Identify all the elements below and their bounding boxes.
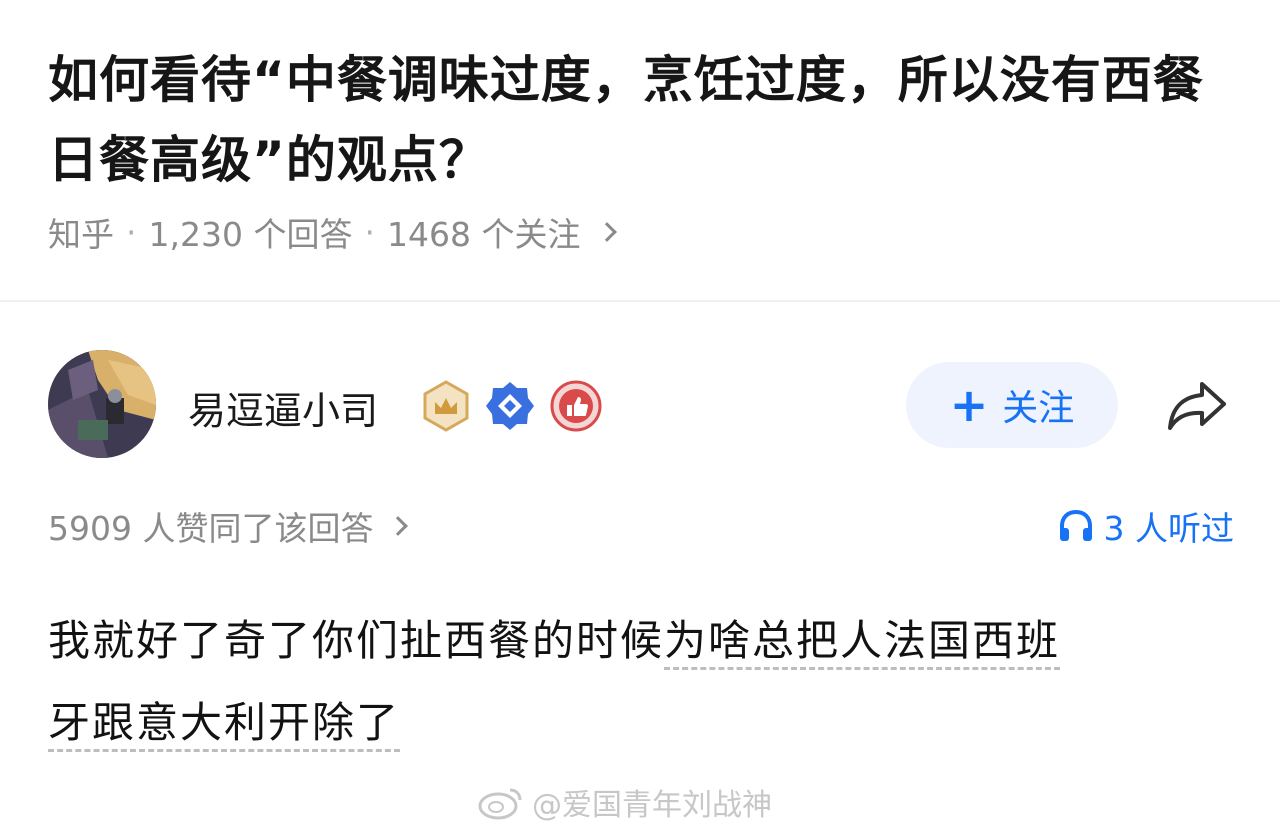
question-title[interactable]: 如何看待“中餐调味过度，烹饪过度，所以没有西餐日餐高级”的观点？ (48, 40, 1238, 200)
headphones-icon (1059, 509, 1092, 541)
answers-count: 1,230 个回答 (148, 215, 353, 254)
chevron-right-icon (388, 516, 409, 536)
votes-count: 5909 人赞同了该回答 (48, 509, 374, 548)
follow-button[interactable]: + 关注 (906, 362, 1118, 448)
listened-count: 3 人听过 (1103, 509, 1235, 548)
verified-badge-icon[interactable] (484, 380, 536, 432)
author-name[interactable]: 易逗逼小司 (188, 380, 378, 435)
followers-count: 1468 个关注 (386, 215, 581, 254)
plus-icon: + (949, 378, 989, 432)
listen-indicator[interactable]: 3 人听过 (1058, 502, 1235, 550)
answer-highlight[interactable]: 牙跟意大利开除了 (48, 698, 401, 752)
answer-text: 我就好了奇了你们扯西餐的时候 (48, 616, 665, 665)
weibo-logo-icon (478, 788, 522, 820)
follow-label: 关注 (1002, 388, 1075, 429)
section-divider (0, 300, 1280, 302)
question-meta[interactable]: 知乎 · 1,230 个回答 · 1468 个关注 (48, 208, 618, 256)
author-row: 易逗逼小司 + 关注 (48, 350, 1238, 460)
vote-row: 5909 人赞同了该回答 3 人听过 (48, 502, 1234, 550)
answer-highlight[interactable]: 为啥总把人法国西班 (664, 616, 1061, 670)
votes-link[interactable]: 5909 人赞同了该回答 (48, 502, 409, 550)
watermark-text: @爱国青年刘战神 (532, 788, 772, 823)
crown-badge-icon[interactable] (420, 380, 472, 432)
watermark: @爱国青年刘战神 (478, 780, 772, 824)
share-icon[interactable] (1164, 378, 1230, 432)
thumbs-up-badge-icon[interactable] (550, 380, 602, 432)
question-header: 如何看待“中餐调味过度，烹饪过度，所以没有西餐日餐高级”的观点？ (48, 40, 1238, 200)
answer-body[interactable]: 我就好了奇了你们扯西餐的时候为啥总把人法国西班 牙跟意大利开除了 (48, 600, 1218, 764)
avatar[interactable] (48, 350, 156, 458)
source-label: 知乎 (48, 215, 114, 254)
chevron-right-icon (597, 222, 618, 242)
meta-separator: · (126, 212, 137, 252)
meta-separator: · (364, 212, 375, 252)
